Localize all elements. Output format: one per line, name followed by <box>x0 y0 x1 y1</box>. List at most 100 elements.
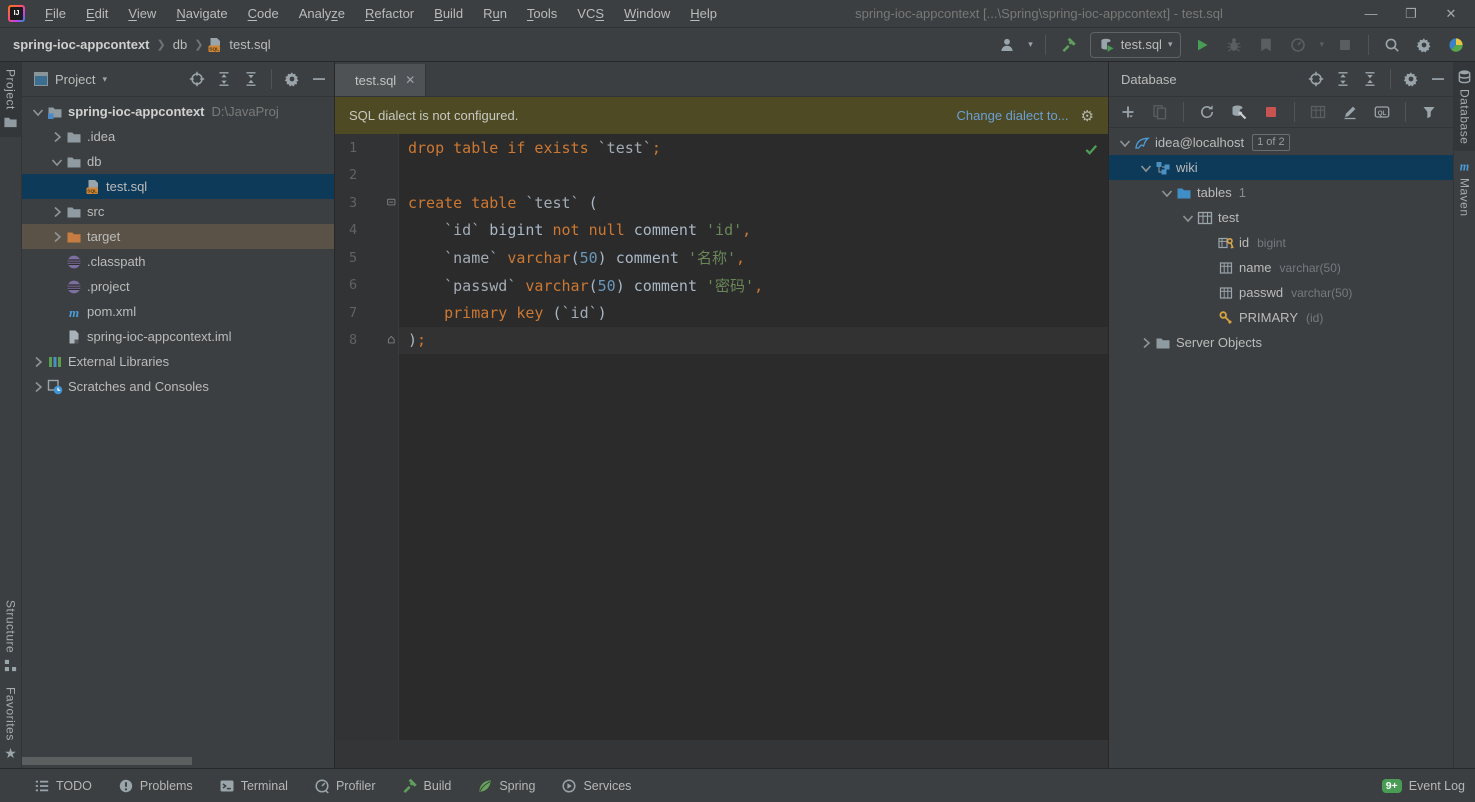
chevron-right-icon[interactable] <box>30 379 46 395</box>
menu-help[interactable]: Help <box>680 2 727 25</box>
breadcrumb-item[interactable]: db <box>170 35 190 54</box>
menu-build[interactable]: Build <box>424 2 473 25</box>
close-tab-icon[interactable]: ✕ <box>405 73 415 87</box>
tool-stripe-maven[interactable]: m Maven <box>1454 151 1475 224</box>
tool-stripe-structure[interactable]: Structure <box>0 593 21 680</box>
tree-item-passwd[interactable]: passwd varchar(50) <box>1109 280 1453 305</box>
code-line-6[interactable]: 6 `passwd` varchar(50) comment '密码', <box>335 272 1108 300</box>
gear-icon[interactable] <box>1402 70 1420 88</box>
tree-item-pom-xml[interactable]: m pom.xml <box>22 299 334 324</box>
chevron-right-icon[interactable] <box>30 354 46 370</box>
duplicate-icon[interactable] <box>1149 101 1171 123</box>
chevron-down-icon[interactable] <box>49 154 65 170</box>
locate-icon[interactable] <box>188 70 206 88</box>
tree-item-wiki[interactable]: wiki <box>1109 155 1453 180</box>
chevron-down-icon[interactable]: ▾ <box>102 74 107 85</box>
stop-red-icon[interactable] <box>1260 101 1282 123</box>
table-view-icon[interactable] <box>1307 101 1329 123</box>
datasource-properties-icon[interactable] <box>1228 101 1250 123</box>
minus-icon[interactable] <box>310 70 328 88</box>
tab-test-sql[interactable]: test.sql ✕ <box>335 64 427 96</box>
tree-item-test-sql[interactable]: SQL test.sql <box>22 174 334 199</box>
code-line-1[interactable]: 1 drop table if exists `test`; <box>335 134 1108 162</box>
statusbar-spring-button[interactable]: Spring <box>477 778 535 794</box>
minimize-button[interactable]: — <box>1351 1 1391 27</box>
tree-item--project[interactable]: .project <box>22 274 334 299</box>
ide-sphere-icon[interactable] <box>1445 34 1467 56</box>
tree-item-test[interactable]: test <box>1109 205 1453 230</box>
chevron-down-icon[interactable] <box>1138 160 1154 176</box>
tree-item-src[interactable]: src <box>22 199 334 224</box>
code-line-2[interactable]: 2 <box>335 162 1108 190</box>
locate-icon[interactable] <box>1307 70 1325 88</box>
chevron-down-icon[interactable] <box>1117 135 1133 151</box>
tree-item-spring-ioc-appcontext[interactable]: spring-ioc-appcontext D:\JavaProj <box>22 99 334 124</box>
tree-item--classpath[interactable]: .classpath <box>22 249 334 274</box>
caret-down-icon[interactable]: ▾ <box>1028 39 1033 50</box>
menu-run[interactable]: Run <box>473 2 517 25</box>
tree-item-spring-ioc-appcontext-iml[interactable]: spring-ioc-appcontext.iml <box>22 324 334 349</box>
settings-gear-icon[interactable] <box>1413 34 1435 56</box>
menu-file[interactable]: File <box>35 2 76 25</box>
menu-code[interactable]: Code <box>238 2 289 25</box>
horizontal-scrollbar[interactable] <box>22 757 192 765</box>
tree-item-primary[interactable]: PRIMARY (id) <box>1109 305 1453 330</box>
tool-stripe-database[interactable]: Database <box>1454 62 1475 152</box>
event-log-button[interactable]: 9+ Event Log <box>1381 778 1465 793</box>
change-dialect-link[interactable]: Change dialect to... <box>957 108 1069 123</box>
code-line-8[interactable]: 8); <box>335 326 1108 354</box>
tool-stripe-project[interactable]: Project <box>0 62 21 137</box>
inspection-ok-icon[interactable] <box>1084 142 1099 157</box>
statusbar-build-button[interactable]: Build <box>402 778 451 794</box>
jump-to-console-icon[interactable]: QL <box>1371 101 1393 123</box>
edit-icon[interactable] <box>1339 101 1361 123</box>
stop-icon[interactable] <box>1334 34 1356 56</box>
profiler-icon[interactable] <box>1287 34 1309 56</box>
statusbar-services-button[interactable]: Services <box>561 778 631 794</box>
chevron-down-icon[interactable] <box>1180 210 1196 226</box>
statusbar-problems-button[interactable]: Problems <box>118 778 193 794</box>
caret-down-icon[interactable]: ▾ <box>1319 39 1324 50</box>
chevron-down-icon[interactable] <box>30 104 46 120</box>
fold-marker-icon[interactable] <box>386 196 399 209</box>
code-line-3[interactable]: 3 create table `test` ( <box>335 189 1108 217</box>
chevron-right-icon[interactable] <box>49 204 65 220</box>
code-line-4[interactable]: 4 `id` bigint not null comment 'id', <box>335 217 1108 245</box>
chevron-right-icon[interactable] <box>49 129 65 145</box>
tree-item-external-libraries[interactable]: External Libraries <box>22 349 334 374</box>
menu-refactor[interactable]: Refactor <box>355 2 424 25</box>
banner-gear-icon[interactable]: ⚙ <box>1081 107 1094 125</box>
collapseall-icon[interactable] <box>242 70 260 88</box>
expandall-icon[interactable] <box>215 70 233 88</box>
filter-icon[interactable] <box>1418 101 1440 123</box>
run-configuration-select[interactable]: test.sql ▾ <box>1089 31 1182 58</box>
menu-vcs[interactable]: VCS <box>567 2 614 25</box>
chevron-right-icon[interactable] <box>49 229 65 245</box>
breadcrumb-item[interactable]: test.sql <box>226 35 273 54</box>
tree-item-name[interactable]: name varchar(50) <box>1109 255 1453 280</box>
menu-edit[interactable]: Edit <box>76 2 118 25</box>
statusbar-profiler-button[interactable]: Profiler <box>314 778 376 794</box>
code-line-7[interactable]: 7 primary key (`id`) <box>335 299 1108 327</box>
tree-item-server-objects[interactable]: Server Objects <box>1109 330 1453 355</box>
gear-icon[interactable] <box>283 70 301 88</box>
build-hammer-icon[interactable] <box>1058 34 1080 56</box>
menu-view[interactable]: View <box>118 2 166 25</box>
tree-item-db[interactable]: db <box>22 149 334 174</box>
breadcrumb-item[interactable]: spring-ioc-appcontext <box>10 35 153 54</box>
menu-navigate[interactable]: Navigate <box>166 2 237 25</box>
coverage-icon[interactable] <box>1255 34 1277 56</box>
code-line-5[interactable]: 5 `name` varchar(50) comment '名称', <box>335 244 1108 272</box>
add-datasource-icon[interactable] <box>1117 101 1139 123</box>
tree-item--idea[interactable]: .idea <box>22 124 334 149</box>
user-icon[interactable] <box>996 34 1018 56</box>
code-editor[interactable]: 1 drop table if exists `test`; 2 3 create ta… <box>335 134 1108 768</box>
fold-marker-icon[interactable] <box>386 334 399 347</box>
expandall-icon[interactable] <box>1334 70 1352 88</box>
close-button[interactable]: ✕ <box>1431 1 1471 27</box>
refresh-icon[interactable] <box>1196 101 1218 123</box>
collapseall-icon[interactable] <box>1361 70 1379 88</box>
menu-window[interactable]: Window <box>614 2 680 25</box>
search-icon[interactable] <box>1381 34 1403 56</box>
minus-icon[interactable] <box>1429 70 1447 88</box>
